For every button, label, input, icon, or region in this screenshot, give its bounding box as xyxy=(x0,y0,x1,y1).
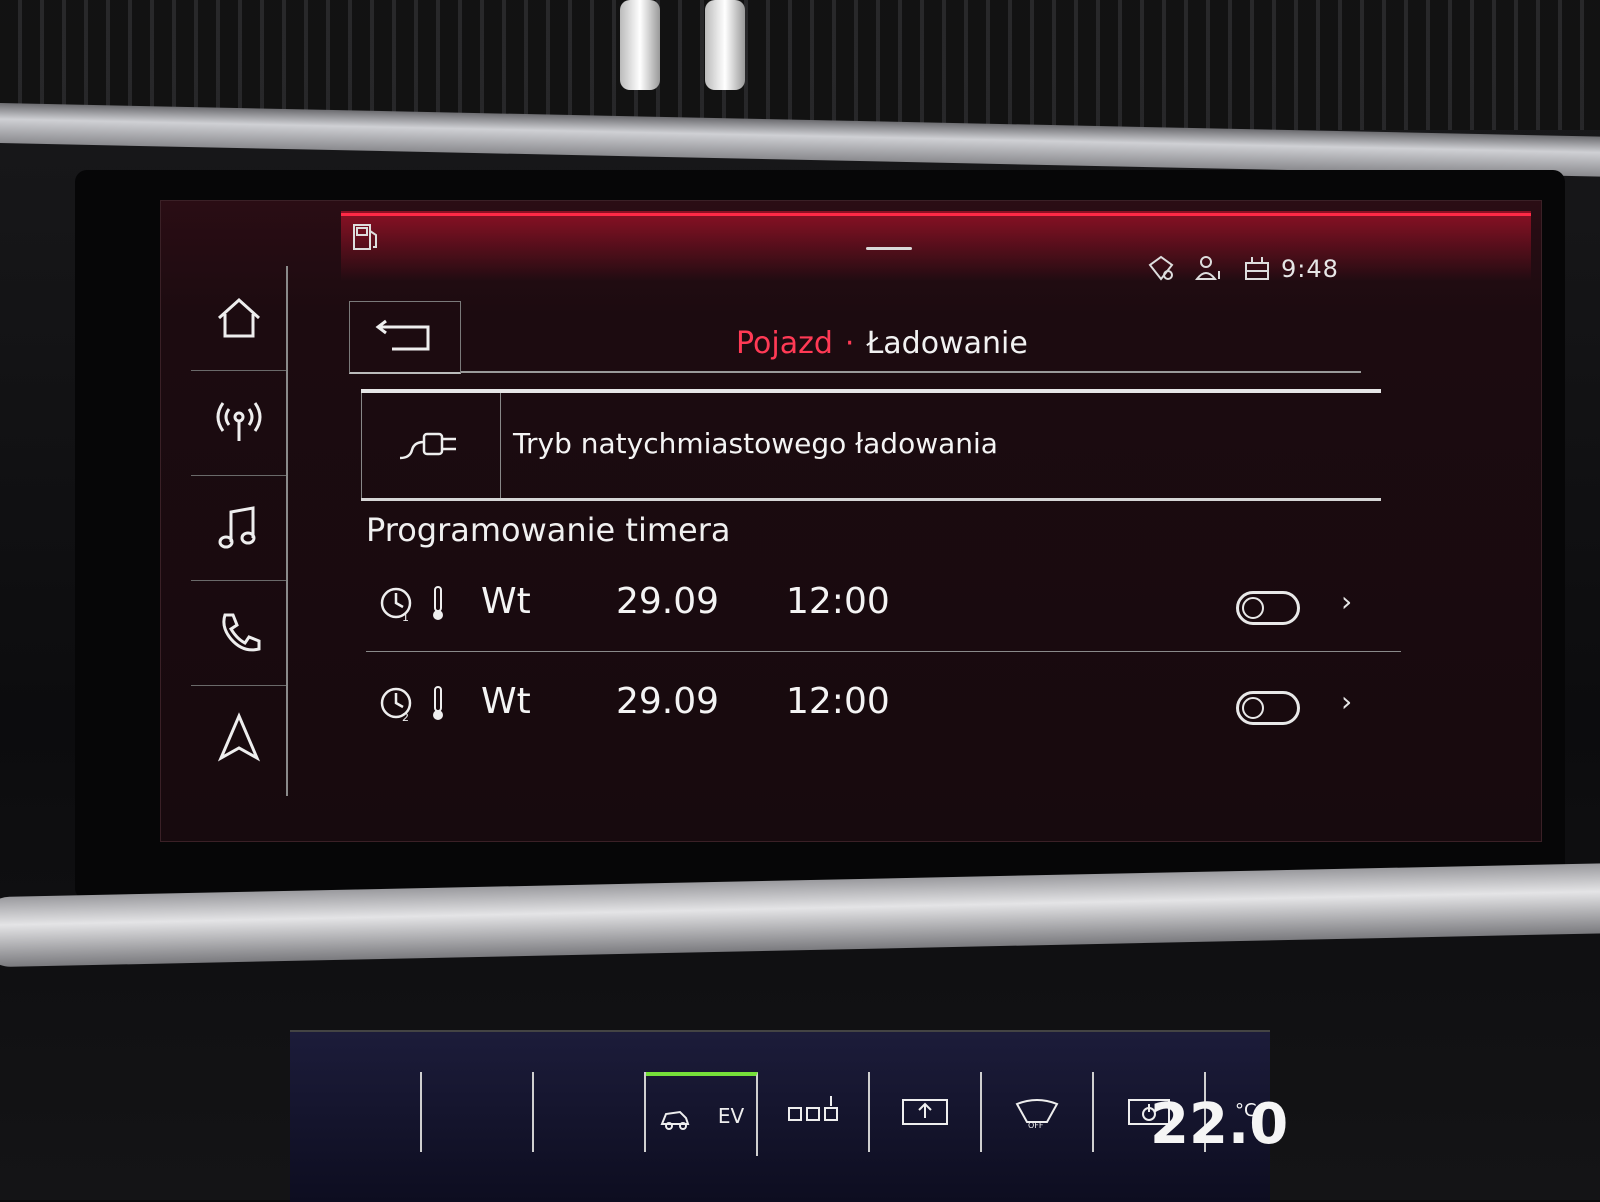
sidebar-item-radio[interactable] xyxy=(191,371,286,476)
wiper-icon: OFF xyxy=(1015,1099,1059,1130)
back-button[interactable] xyxy=(349,301,461,374)
timer-clock-1-icon: 1 xyxy=(380,587,412,623)
timer-time: 12:00 xyxy=(786,581,890,622)
timer-row[interactable]: 2 Wt 29.09 12:00 › xyxy=(366,661,1401,751)
home-icon xyxy=(217,297,260,338)
connection-icon xyxy=(1245,257,1269,280)
rear-defrost-button[interactable] xyxy=(870,1072,982,1152)
svg-text:1: 1 xyxy=(402,611,409,623)
sidebar-item-media[interactable] xyxy=(191,476,286,581)
timer-time: 12:00 xyxy=(786,681,890,722)
page-title: Ładowanie xyxy=(866,326,1028,361)
status-bar-accent-line xyxy=(341,213,1531,216)
breadcrumb-separator: · xyxy=(844,326,855,361)
timer-date: 29.09 xyxy=(616,581,720,622)
timer-day: Wt xyxy=(481,681,531,722)
infotainment-screen: 9:48 Pojazd · Ładowanie Tryb natychmiast… xyxy=(160,200,1542,842)
radio-icon xyxy=(216,402,261,441)
thermometer-icon xyxy=(433,586,443,620)
charge-mode-label: Tryb natychmiastowego ładowania xyxy=(513,427,998,460)
timer-day: Wt xyxy=(481,581,531,622)
seat-icon xyxy=(788,1096,838,1121)
charge-mode-row[interactable]: Tryb natychmiastowego ładowania xyxy=(361,389,1381,501)
chevron-right-icon[interactable]: › xyxy=(1341,685,1352,718)
climate-control-screen: EV OFF 22.0 °C xyxy=(290,1030,1288,1202)
temperature-display: 22.0 xyxy=(1150,1092,1289,1157)
user-icon xyxy=(1194,256,1220,280)
chevron-right-icon[interactable]: › xyxy=(1341,585,1352,618)
breadcrumb: Pojazd · Ładowanie xyxy=(736,326,1028,361)
navigation-arrow-icon xyxy=(217,712,260,762)
status-bar-glow xyxy=(341,211,1531,281)
wifi-hotspot-icon xyxy=(1148,255,1174,281)
climate-button-empty-2[interactable] xyxy=(422,1072,534,1152)
fuel-icon xyxy=(353,224,377,250)
timer-toggle[interactable] xyxy=(1236,691,1300,725)
seat-heating-button[interactable] xyxy=(758,1072,870,1152)
header-divider xyxy=(461,371,1361,373)
ev-label: EV xyxy=(717,1104,745,1128)
temperature-unit: °C xyxy=(1235,1100,1257,1121)
sidebar-item-home[interactable] xyxy=(191,266,286,371)
timer-clock-2-icon: 2 xyxy=(380,687,412,723)
svg-text:OFF: OFF xyxy=(1028,1121,1044,1130)
toggle-knob xyxy=(1242,597,1264,619)
charging-plug-icon xyxy=(399,432,456,459)
sidebar-item-phone[interactable] xyxy=(191,581,286,686)
back-arrow-icon xyxy=(375,319,430,351)
ev-car-icon xyxy=(660,1110,690,1130)
timer-icons: 2 xyxy=(376,683,448,723)
pull-down-handle[interactable] xyxy=(866,247,912,250)
breadcrumb-parent[interactable]: Pojazd xyxy=(736,326,833,361)
sidebar-item-navigation[interactable] xyxy=(191,686,286,790)
wiper-off-button[interactable]: OFF xyxy=(982,1072,1094,1152)
timer-row[interactable]: 1 Wt 29.09 12:00 › xyxy=(366,561,1401,652)
phone-icon xyxy=(221,613,260,652)
music-note-icon xyxy=(218,506,255,549)
sidebar xyxy=(191,266,288,796)
timer-section-title: Programowanie timera xyxy=(366,511,731,549)
timer-toggle[interactable] xyxy=(1236,591,1300,625)
thermometer-icon xyxy=(433,686,443,720)
climate-button-empty-3[interactable] xyxy=(534,1072,646,1152)
charge-mode-icon-box xyxy=(361,393,501,498)
svg-text:2: 2 xyxy=(402,711,409,723)
ev-mode-button[interactable]: EV xyxy=(646,1072,758,1156)
vent-knob-left[interactable] xyxy=(620,0,660,90)
timer-icons: 1 xyxy=(376,583,448,623)
toggle-knob xyxy=(1242,697,1264,719)
climate-button-empty-1[interactable] xyxy=(310,1072,422,1152)
vent-knob-right[interactable] xyxy=(705,0,745,90)
timer-date: 29.09 xyxy=(616,681,720,722)
clock: 9:48 xyxy=(1281,255,1339,283)
status-icons xyxy=(1146,253,1272,283)
rear-defrost-icon xyxy=(902,1099,948,1125)
